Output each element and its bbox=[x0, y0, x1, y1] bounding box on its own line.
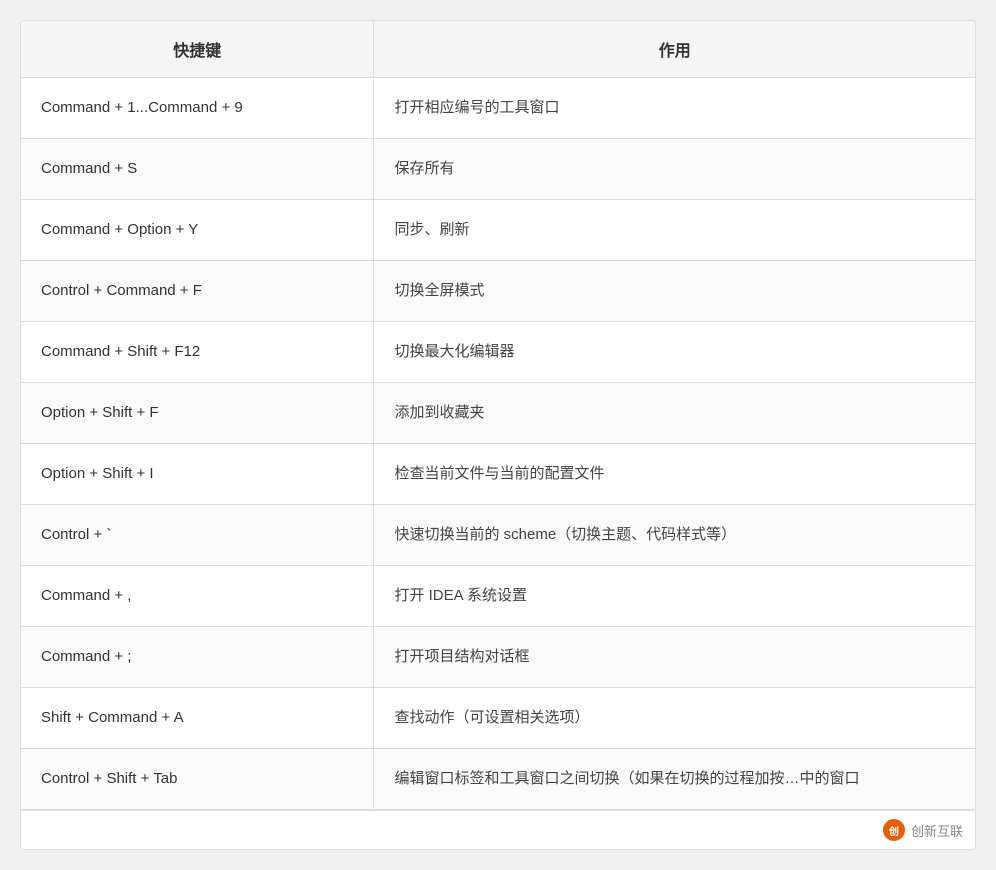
description-cell: 打开 IDEA 系统设置 bbox=[374, 566, 975, 627]
shortcut-cell: Command + S bbox=[21, 139, 374, 200]
shortcut-cell: Control + Command + F bbox=[21, 261, 374, 322]
description-cell: 打开项目结构对话框 bbox=[374, 627, 975, 688]
table-row: Control + `快速切换当前的 scheme（切换主题、代码样式等） bbox=[21, 505, 975, 566]
shortcut-cell: Option + Shift + I bbox=[21, 444, 374, 505]
table-row: Command + Option + Y同步、刷新 bbox=[21, 200, 975, 261]
table-row: Control + Command + F切换全屏模式 bbox=[21, 261, 975, 322]
main-container: 快捷键 作用 Command + 1...Command + 9打开相应编号的工… bbox=[20, 20, 976, 850]
table-row: Option + Shift + F添加到收藏夹 bbox=[21, 383, 975, 444]
table-row: Command + S保存所有 bbox=[21, 139, 975, 200]
watermark-bar: 创 创新互联 bbox=[21, 810, 975, 849]
table-header-row: 快捷键 作用 bbox=[21, 21, 975, 78]
table-row: Command + ;打开项目结构对话框 bbox=[21, 627, 975, 688]
description-cell: 保存所有 bbox=[374, 139, 975, 200]
shortcuts-table: 快捷键 作用 Command + 1...Command + 9打开相应编号的工… bbox=[21, 21, 975, 810]
header-action: 作用 bbox=[374, 21, 975, 78]
shortcut-cell: Command + ; bbox=[21, 627, 374, 688]
description-cell: 切换全屏模式 bbox=[374, 261, 975, 322]
description-cell: 添加到收藏夹 bbox=[374, 383, 975, 444]
header-shortcut: 快捷键 bbox=[21, 21, 374, 78]
watermark-content: 创 创新互联 bbox=[883, 819, 963, 841]
shortcut-cell: Shift + Command + A bbox=[21, 688, 374, 749]
table-row: Option + Shift + I检查当前文件与当前的配置文件 bbox=[21, 444, 975, 505]
shortcut-cell: Command + Option + Y bbox=[21, 200, 374, 261]
watermark-icon: 创 bbox=[883, 819, 905, 841]
description-cell: 查找动作（可设置相关选项） bbox=[374, 688, 975, 749]
table-row: Control + Shift + Tab编辑窗口标签和工具窗口之间切换（如果在… bbox=[21, 749, 975, 810]
table-row: Shift + Command + A查找动作（可设置相关选项） bbox=[21, 688, 975, 749]
shortcut-cell: Control + Shift + Tab bbox=[21, 749, 374, 810]
shortcut-cell: Command + 1...Command + 9 bbox=[21, 78, 374, 139]
shortcut-cell: Option + Shift + F bbox=[21, 383, 374, 444]
description-cell: 编辑窗口标签和工具窗口之间切换（如果在切换的过程加按…中的窗口 bbox=[374, 749, 975, 810]
description-cell: 切换最大化编辑器 bbox=[374, 322, 975, 383]
shortcut-cell: Control + ` bbox=[21, 505, 374, 566]
watermark-label: 创新互联 bbox=[911, 821, 963, 840]
table-row: Command + ,打开 IDEA 系统设置 bbox=[21, 566, 975, 627]
table-row: Command + 1...Command + 9打开相应编号的工具窗口 bbox=[21, 78, 975, 139]
shortcut-cell: Command + Shift + F12 bbox=[21, 322, 374, 383]
table-row: Command + Shift + F12切换最大化编辑器 bbox=[21, 322, 975, 383]
description-cell: 检查当前文件与当前的配置文件 bbox=[374, 444, 975, 505]
description-cell: 同步、刷新 bbox=[374, 200, 975, 261]
description-cell: 打开相应编号的工具窗口 bbox=[374, 78, 975, 139]
shortcut-cell: Command + , bbox=[21, 566, 374, 627]
description-cell: 快速切换当前的 scheme（切换主题、代码样式等） bbox=[374, 505, 975, 566]
